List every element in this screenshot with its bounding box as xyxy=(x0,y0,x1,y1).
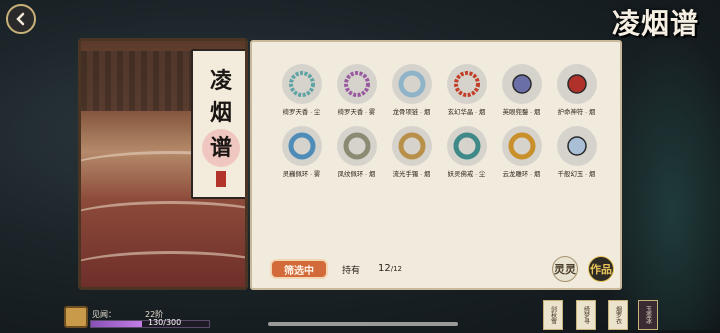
cloud-wave-art xyxy=(81,201,245,241)
panel-footer: 筛选中 持有 12/12 灵灵 作品 xyxy=(270,256,614,282)
bracelet-beads-icon xyxy=(446,64,487,104)
owned-count-total: /12 xyxy=(390,265,402,273)
experience-text: 130/300 xyxy=(148,318,182,327)
home-indicator[interactable] xyxy=(268,322,458,326)
collection-item-label: 千般幻玉 · 烟 xyxy=(557,171,596,178)
collection-item[interactable]: 云龙雕环 · 烟 xyxy=(494,126,549,178)
treasure-chest-icon[interactable] xyxy=(64,306,88,328)
outfit-tag[interactable]: 剑秋雪 xyxy=(543,300,563,330)
collection-item[interactable]: 绮罗天香 · 雾 xyxy=(329,64,384,116)
jade-bangle-icon xyxy=(446,126,487,166)
outfit-tag[interactable]: 烟罗衣 xyxy=(608,300,628,330)
collection-item[interactable]: 灵巍佩环 · 雾 xyxy=(274,126,329,178)
collection-item[interactable]: 妖灵佛戒 · 尘 xyxy=(439,126,494,178)
bracelet-beads-icon xyxy=(281,64,322,104)
collection-item-label: 云龙雕环 · 烟 xyxy=(502,171,541,178)
item-grid: 绮罗天香 · 尘 绮罗天香 · 雾 龙骨项链 · 烟 玄幻华晶 · 烟 英眼兜鍪 · 烟… xyxy=(274,64,606,178)
collection-panel: 绮罗天香 · 尘 绮罗天香 · 雾 龙骨项链 · 烟 玄幻华晶 · 烟 英眼兜鍪 · 烟… xyxy=(250,40,622,290)
gold-bangle-icon xyxy=(501,126,542,166)
collection-item-label: 护命神符 · 烟 xyxy=(557,109,596,116)
bangle-icon xyxy=(391,126,432,166)
helmet-icon xyxy=(501,64,542,104)
collection-item-label: 妖灵佛戒 · 尘 xyxy=(447,171,486,178)
outfit-tag[interactable]: 玉壶冰 xyxy=(638,300,658,330)
scroll-char: 烟 xyxy=(209,100,232,126)
collection-item-label: 凤纹佩环 · 烟 xyxy=(337,171,376,178)
title-scroll: 凌 烟 谱 xyxy=(191,49,245,199)
collection-item[interactable]: 龙骨项链 · 烟 xyxy=(384,64,439,116)
cloud-wave-art xyxy=(81,251,245,287)
bracelet-beads-icon xyxy=(336,64,377,104)
collection-item[interactable]: 英眼兜鍪 · 烟 xyxy=(494,64,549,116)
filter-button[interactable]: 筛选中 xyxy=(270,259,328,279)
pouch-icon xyxy=(556,64,597,104)
collection-item-label: 玄幻华晶 · 烟 xyxy=(447,109,486,116)
owned-label: 持有 xyxy=(342,266,361,276)
scroll-char-highlight: 谱 xyxy=(202,129,240,167)
red-seal-icon xyxy=(216,171,226,187)
experience-label: 见闻： xyxy=(92,310,116,319)
lingling-button[interactable]: 灵灵 xyxy=(552,256,578,282)
collection-item-label: 绮罗天香 · 尘 xyxy=(282,109,321,116)
works-button[interactable]: 作品 xyxy=(588,256,614,282)
collection-item-label: 绮罗天香 · 雾 xyxy=(337,109,376,116)
collection-item[interactable]: 流光手镯 · 烟 xyxy=(384,126,439,178)
scroll-char: 凌 xyxy=(209,68,232,94)
back-button[interactable] xyxy=(6,4,36,34)
owned-count-value: 12 xyxy=(378,263,391,274)
collection-item[interactable]: 护命神符 · 烟 xyxy=(549,64,604,116)
jade-disc-icon xyxy=(336,126,377,166)
back-arrow-icon xyxy=(16,12,25,26)
collection-item[interactable]: 绮罗天香 · 尘 xyxy=(274,64,329,116)
collection-item-label: 流光手镯 · 烟 xyxy=(392,171,431,178)
experience-bar-fill xyxy=(91,321,143,327)
crystal-icon xyxy=(556,126,597,166)
page-logo: 凌烟谱 xyxy=(612,7,700,40)
feature-painting: 凌 烟 谱 xyxy=(78,38,248,290)
collection-item-label: 灵巍佩环 · 雾 xyxy=(282,171,321,178)
necklace-icon xyxy=(391,64,432,104)
jade-ring-icon xyxy=(281,126,322,166)
collection-item[interactable]: 千般幻玉 · 烟 xyxy=(549,126,604,178)
collection-item-label: 龙骨项链 · 烟 xyxy=(392,109,431,116)
outfit-tag[interactable]: 绮梦寻 xyxy=(576,300,596,330)
owned-count: 12/12 xyxy=(378,263,402,274)
collection-item[interactable]: 凤纹佩环 · 烟 xyxy=(329,126,384,178)
collection-item[interactable]: 玄幻华晶 · 烟 xyxy=(439,64,494,116)
collection-item-label: 英眼兜鍪 · 烟 xyxy=(502,109,541,116)
